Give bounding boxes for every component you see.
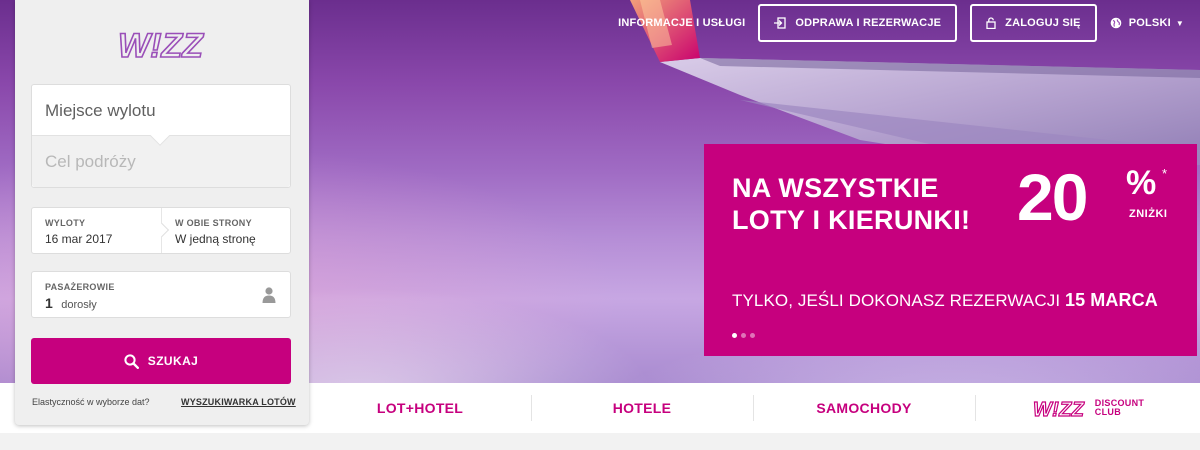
promo-line-1: NA WSZYSTKIE <box>732 173 939 203</box>
passengers-value: 1 dorosły <box>45 295 97 313</box>
departure-date-field[interactable]: WYLOTY 16 mar 2017 <box>32 208 161 253</box>
globe-icon <box>1110 17 1122 29</box>
checkin-icon <box>774 17 787 29</box>
destination-input[interactable] <box>45 150 277 174</box>
promo-headline: NA WSZYSTKIE LOTY I KIERUNKI! <box>732 172 970 236</box>
language-label: POLSKI <box>1128 17 1171 29</box>
passengers-field[interactable]: PASAŻEROWIE 1 dorosły <box>31 271 291 318</box>
promo-subtitle: TYLKO, JEŚLI DOKONASZ REZERWACJI 15 MARC… <box>732 290 1158 311</box>
discount-badge: 20 % * ZNIŻKI <box>1017 160 1167 234</box>
checkin-reservations-button[interactable]: ODPRAWA I REZERWACJE <box>758 4 958 42</box>
nav-flight-hotel[interactable]: LOT+HOTEL <box>309 383 531 433</box>
nav-cars[interactable]: SAMOCHODY <box>753 383 975 433</box>
return-label: W OBIE STRONY <box>175 218 252 228</box>
return-value: W jedną stronę <box>175 232 256 246</box>
origin-destination-group <box>31 84 291 188</box>
carousel-dot[interactable] <box>750 333 755 338</box>
language-selector[interactable]: POLSKI ▼ <box>1110 4 1184 42</box>
chevron-down-icon: ▼ <box>1175 18 1184 28</box>
checkin-label: ODPRAWA I REZERWACJE <box>795 17 942 29</box>
nav-hotels[interactable]: HOTELE <box>531 383 753 433</box>
flight-finder-link[interactable]: WYSZUKIWARKA LOTÓW <box>181 397 296 407</box>
passengers-unit: dorosły <box>61 299 97 311</box>
search-button[interactable]: SZUKAJ <box>31 338 291 384</box>
carousel-dot[interactable] <box>732 333 737 338</box>
return-date-field[interactable]: W OBIE STRONY W jedną stronę <box>161 208 290 253</box>
promo-line-2: LOTY I KIERUNKI! <box>732 205 971 235</box>
discount-word: ZNIŻKI <box>1129 208 1168 220</box>
promo-banner[interactable]: NA WSZYSTKIE LOTY I KIERUNKI! 20 % * ZNI… <box>704 144 1197 356</box>
search-button-label: SZUKAJ <box>147 354 199 368</box>
promo-subtitle-text: TYLKO, JEŚLI DOKONASZ REZERWACJI <box>732 291 1061 310</box>
svg-text:W!ZZ: W!ZZ <box>118 27 204 65</box>
lock-icon <box>986 17 996 29</box>
footer-strip <box>0 433 1200 450</box>
date-selector: WYLOTY 16 mar 2017 W OBIE STRONY W jedną… <box>31 207 291 254</box>
wizz-club-logo-icon: W!ZZ <box>1032 398 1085 420</box>
svg-text:W!ZZ: W!ZZ <box>1033 399 1085 420</box>
nav-discount-club[interactable]: W!ZZ DISCOUNT CLUB <box>975 383 1200 433</box>
wizz-logo[interactable]: W!ZZ <box>116 23 208 67</box>
discount-number: 20 <box>1017 160 1088 234</box>
origin-input[interactable] <box>45 99 277 123</box>
departure-value: 16 mar 2017 <box>45 232 113 246</box>
search-icon <box>124 353 139 369</box>
promo-date: 15 MARCA <box>1064 290 1158 310</box>
percent-sign: % <box>1126 164 1157 202</box>
passengers-label: PASAŻEROWIE <box>45 282 115 292</box>
discount-club-label: DISCOUNT CLUB <box>1094 398 1145 417</box>
asterisk: * <box>1162 166 1168 181</box>
departure-label: WYLOTY <box>45 218 86 228</box>
passengers-count: 1 <box>45 295 53 311</box>
flight-search-panel: W!ZZ WYLOTY 16 mar 2017 W OBIE STRONY W … <box>15 0 309 425</box>
login-button[interactable]: ZALOGUJ SIĘ <box>970 4 1097 42</box>
date-flexibility-text: Elastyczność w wyborze dat? <box>32 397 150 407</box>
carousel-dot[interactable] <box>741 333 746 338</box>
carousel-dots <box>732 333 755 338</box>
top-navigation: INFORMACJE I USŁUGI ODPRAWA I REZERWACJE… <box>618 4 1200 42</box>
info-services-link[interactable]: INFORMACJE I USŁUGI <box>618 4 745 42</box>
person-icon <box>262 287 276 308</box>
login-label: ZALOGUJ SIĘ <box>1005 17 1081 29</box>
